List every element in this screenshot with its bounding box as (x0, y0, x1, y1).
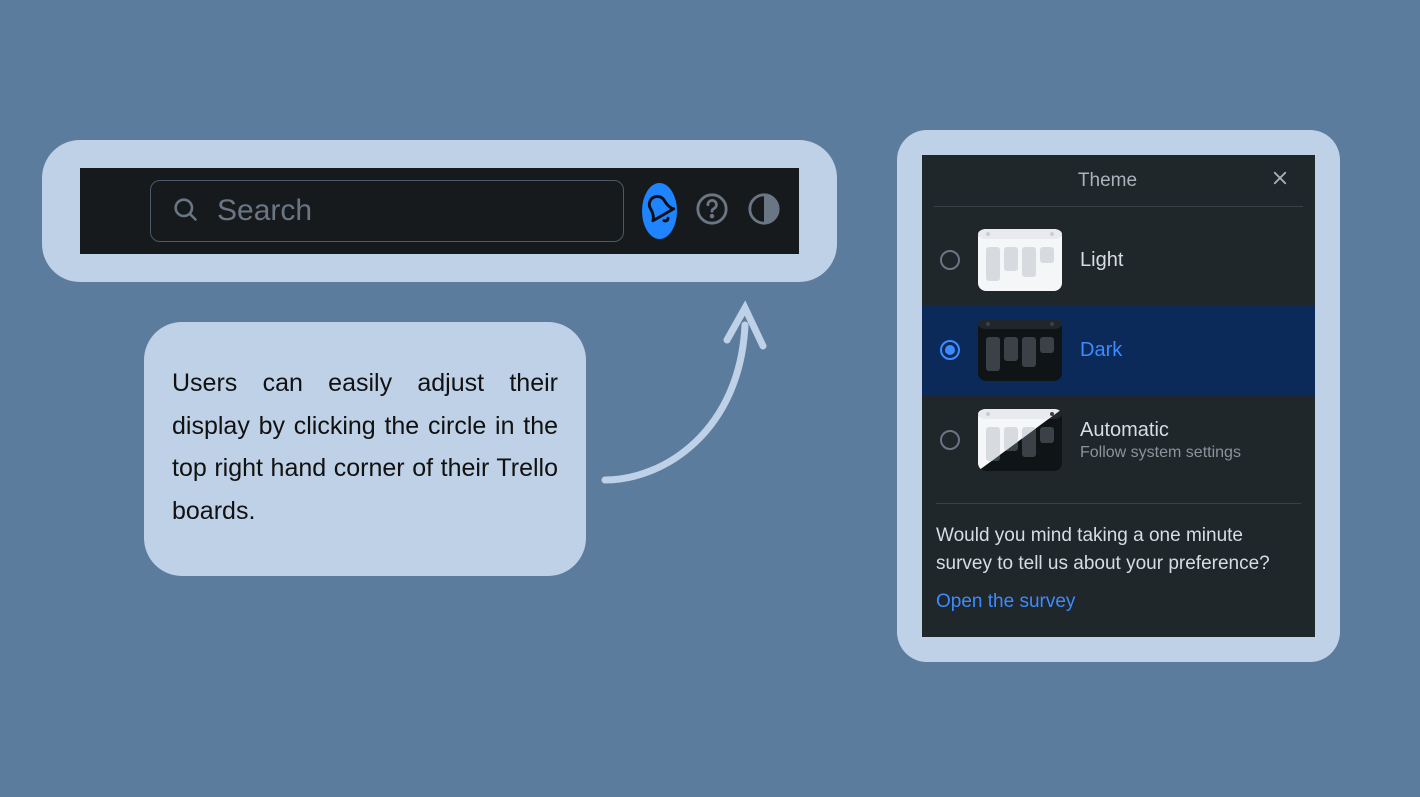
theme-option-automatic[interactable]: Automatic Follow system settings (922, 395, 1315, 485)
contrast-icon (747, 192, 781, 231)
help-icon (695, 192, 729, 231)
help-button[interactable] (695, 186, 729, 236)
theme-thumb-light (978, 229, 1062, 291)
survey-section: Would you mind taking a one minute surve… (922, 504, 1315, 637)
close-button[interactable] (1269, 170, 1291, 192)
notifications-button[interactable] (642, 183, 677, 239)
theme-thumb-automatic (978, 409, 1062, 471)
theme-option-automatic-sub: Follow system settings (1080, 444, 1241, 462)
theme-panel-title: Theme (946, 170, 1269, 192)
theme-toggle-button[interactable] (747, 186, 781, 236)
theme-thumb-dark (978, 319, 1062, 381)
radio-light[interactable] (940, 250, 960, 270)
annotation-text: Users can easily adjust their display by… (144, 322, 586, 576)
toolbar (80, 168, 799, 254)
toolbar-card (42, 140, 837, 282)
search-icon (171, 195, 199, 228)
bell-icon (644, 193, 676, 230)
theme-panel-card: Theme (897, 130, 1340, 662)
theme-option-light[interactable]: Light (922, 215, 1315, 305)
theme-option-dark-label: Dark (1080, 339, 1122, 362)
survey-link[interactable]: Open the survey (936, 591, 1075, 613)
theme-option-automatic-label: Automatic (1080, 419, 1241, 442)
search-box[interactable] (150, 180, 624, 242)
theme-option-dark[interactable]: Dark (922, 305, 1315, 395)
theme-panel-header: Theme (934, 155, 1303, 207)
radio-dark[interactable] (940, 340, 960, 360)
theme-option-light-label: Light (1080, 249, 1123, 272)
arrow-icon (585, 300, 785, 505)
search-input[interactable] (217, 194, 603, 228)
theme-panel: Theme (922, 155, 1315, 637)
theme-options: Light (922, 207, 1315, 493)
survey-text: Would you mind taking a one minute surve… (936, 522, 1301, 577)
close-icon (1271, 169, 1289, 193)
radio-automatic[interactable] (940, 430, 960, 450)
